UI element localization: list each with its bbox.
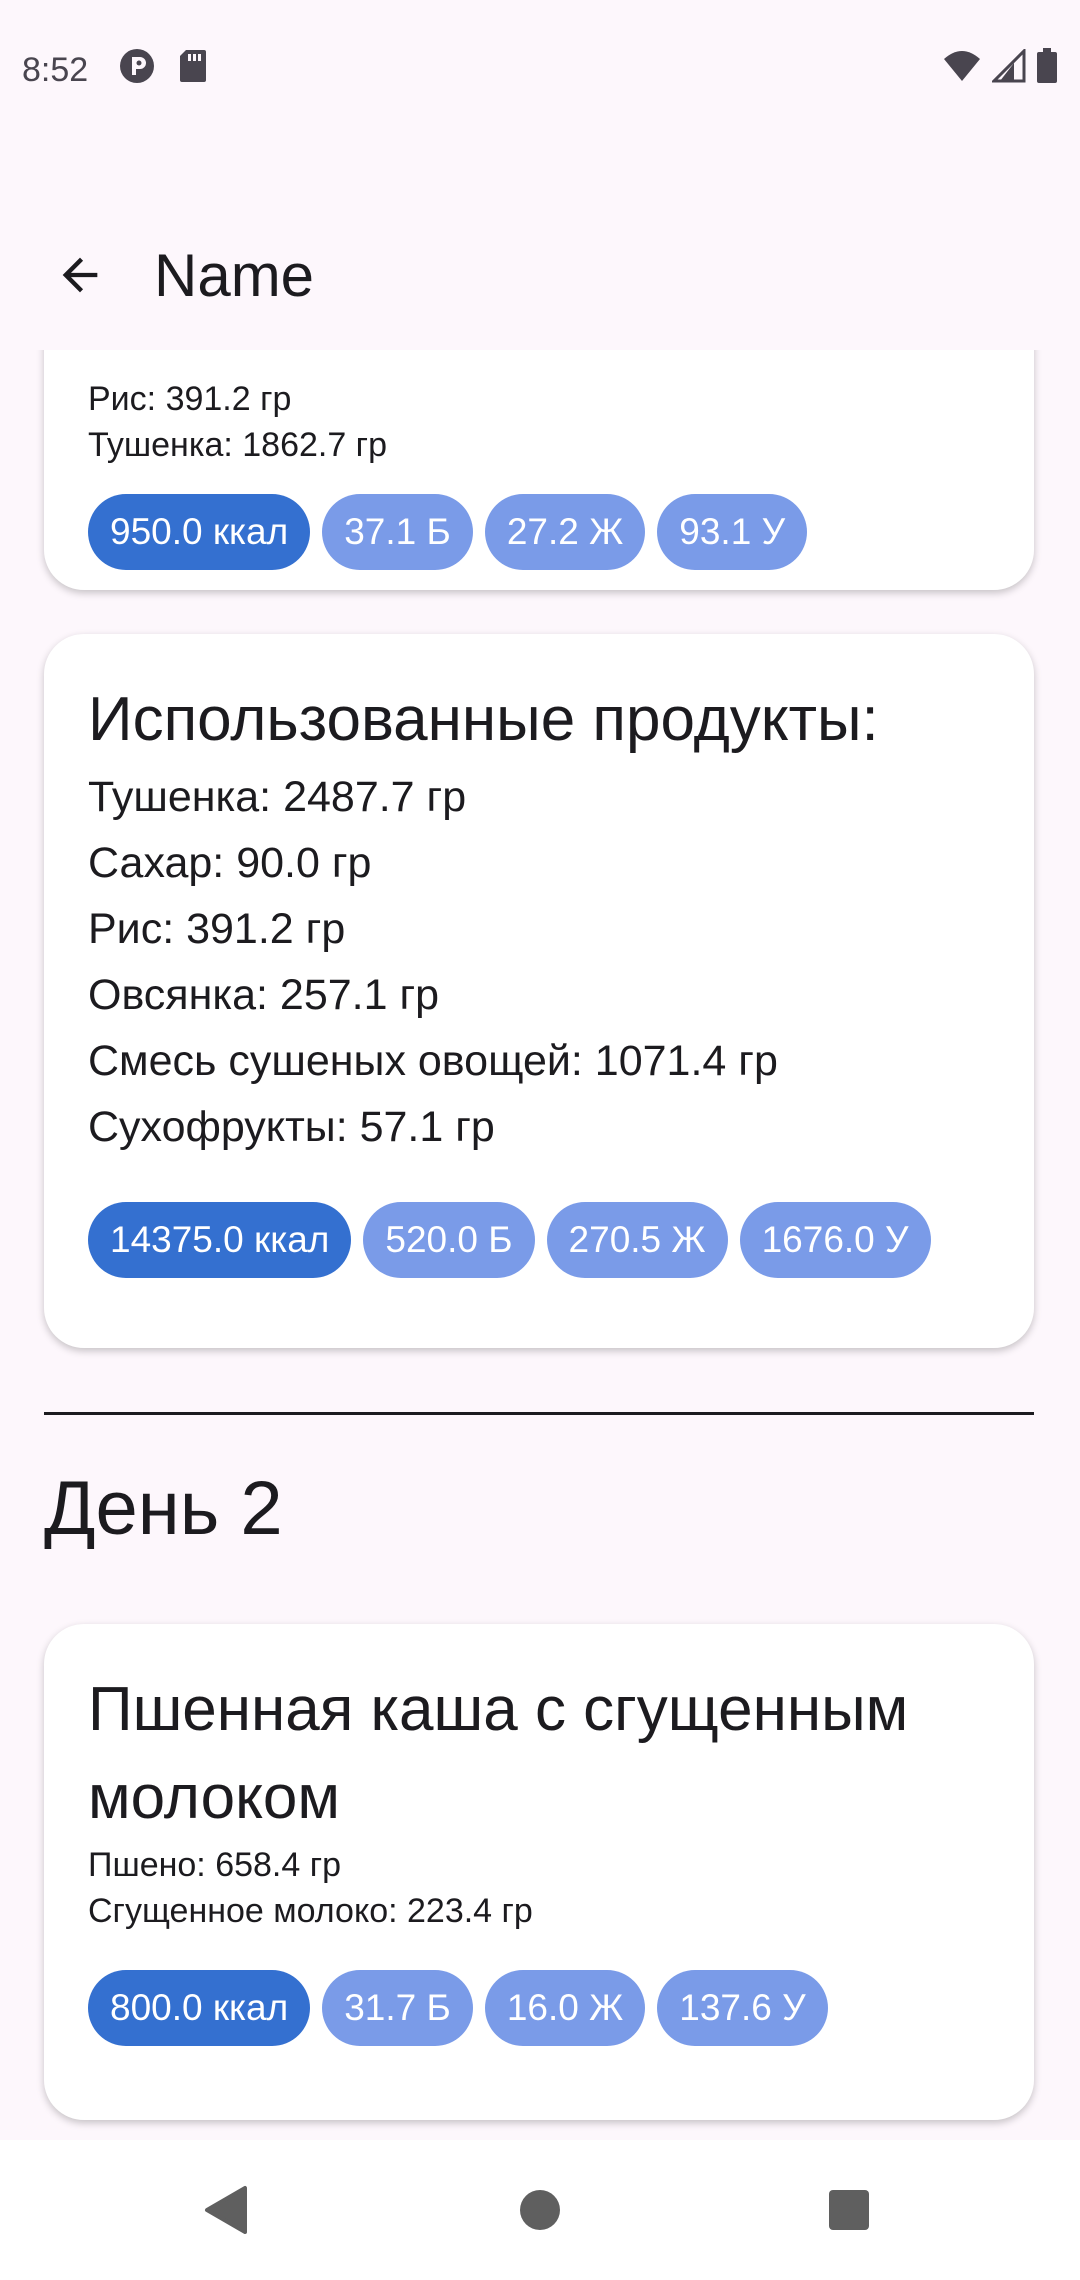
day-title: День 2 xyxy=(44,1466,283,1551)
product-line: Сахар: 90.0 гр xyxy=(88,839,372,887)
nav-home-icon xyxy=(520,2190,560,2230)
meal-card: Пшенная каша с сгущенным молоком Пшено: … xyxy=(44,1624,1034,2120)
fat-chip: 16.0 Ж xyxy=(484,1970,646,2046)
carbs-chip: 1676.0 У xyxy=(739,1202,931,1278)
card-title: Использованные продукты: xyxy=(88,685,879,754)
wifi-icon xyxy=(942,49,982,92)
nutrition-chips: 950.0 ккал 37.1 Б 27.2 Ж 93.1 У xyxy=(88,494,990,570)
product-line: Рис: 391.2 гр xyxy=(88,905,346,953)
kcal-chip: 800.0 ккал xyxy=(88,1970,311,2046)
fat-chip: 27.2 Ж xyxy=(484,494,646,570)
product-line: Сухофрукты: 57.1 гр xyxy=(88,1103,495,1151)
protein-chip: 31.7 Б xyxy=(322,1970,473,2046)
nav-back-icon xyxy=(205,2186,247,2234)
app-bar-title: Name xyxy=(154,241,315,309)
protein-chip: 520.0 Б xyxy=(363,1202,535,1278)
meal-title-continued: молоком xyxy=(88,1763,341,1832)
fat-chip: 270.5 Ж xyxy=(546,1202,728,1278)
nav-recents-icon xyxy=(829,2190,869,2230)
carbs-chip: 93.1 У xyxy=(657,494,808,570)
app-notification-icon xyxy=(118,47,156,94)
status-right-icons xyxy=(942,46,1058,93)
ingredient-line: Сгущенное молоко: 223.4 гр xyxy=(88,1892,533,1930)
status-bar: 8:52 xyxy=(0,0,1080,140)
system-nav-bar xyxy=(0,2140,1080,2280)
scroll-content[interactable]: Рис: 391.2 гр Тушенка: 1862.7 гр 950.0 к… xyxy=(0,350,1080,2140)
ingredient-line: Рис: 391.2 гр xyxy=(88,380,292,418)
nav-recents-button[interactable] xyxy=(807,2168,891,2252)
kcal-chip: 950.0 ккал xyxy=(88,494,311,570)
meal-card: Рис: 391.2 гр Тушенка: 1862.7 гр 950.0 к… xyxy=(44,350,1034,590)
ingredient-line: Тушенка: 1862.7 гр xyxy=(88,426,387,464)
meal-title: Пшенная каша с сгущенным xyxy=(88,1675,909,1744)
top-app-bar: Name xyxy=(0,200,1080,350)
product-line: Смесь сушеных овощей: 1071.4 гр xyxy=(88,1037,778,1085)
status-time: 8:52 xyxy=(22,50,89,89)
ingredient-line: Пшено: 658.4 гр xyxy=(88,1846,342,1884)
sd-card-icon xyxy=(178,48,208,93)
protein-chip: 37.1 Б xyxy=(322,494,473,570)
nav-back-button[interactable] xyxy=(183,2168,267,2252)
signal-icon xyxy=(990,46,1026,92)
nutrition-chips: 800.0 ккал 31.7 Б 16.0 Ж 137.6 У xyxy=(88,1970,990,2046)
product-line: Овсянка: 257.1 гр xyxy=(88,971,440,1019)
product-line: Тушенка: 2487.7 гр xyxy=(88,773,467,821)
status-left-icons xyxy=(118,47,208,94)
back-button[interactable] xyxy=(30,225,130,325)
day-divider xyxy=(44,1412,1034,1415)
nav-home-button[interactable] xyxy=(498,2168,582,2252)
battery-icon xyxy=(1036,47,1058,93)
carbs-chip: 137.6 У xyxy=(657,1970,828,2046)
arrow-back-icon xyxy=(62,257,98,293)
nutrition-chips: 14375.0 ккал 520.0 Б 270.5 Ж 1676.0 У xyxy=(88,1202,990,1278)
used-products-card: Использованные продукты: Тушенка: 2487.7… xyxy=(44,634,1034,1348)
kcal-chip: 14375.0 ккал xyxy=(88,1202,352,1278)
